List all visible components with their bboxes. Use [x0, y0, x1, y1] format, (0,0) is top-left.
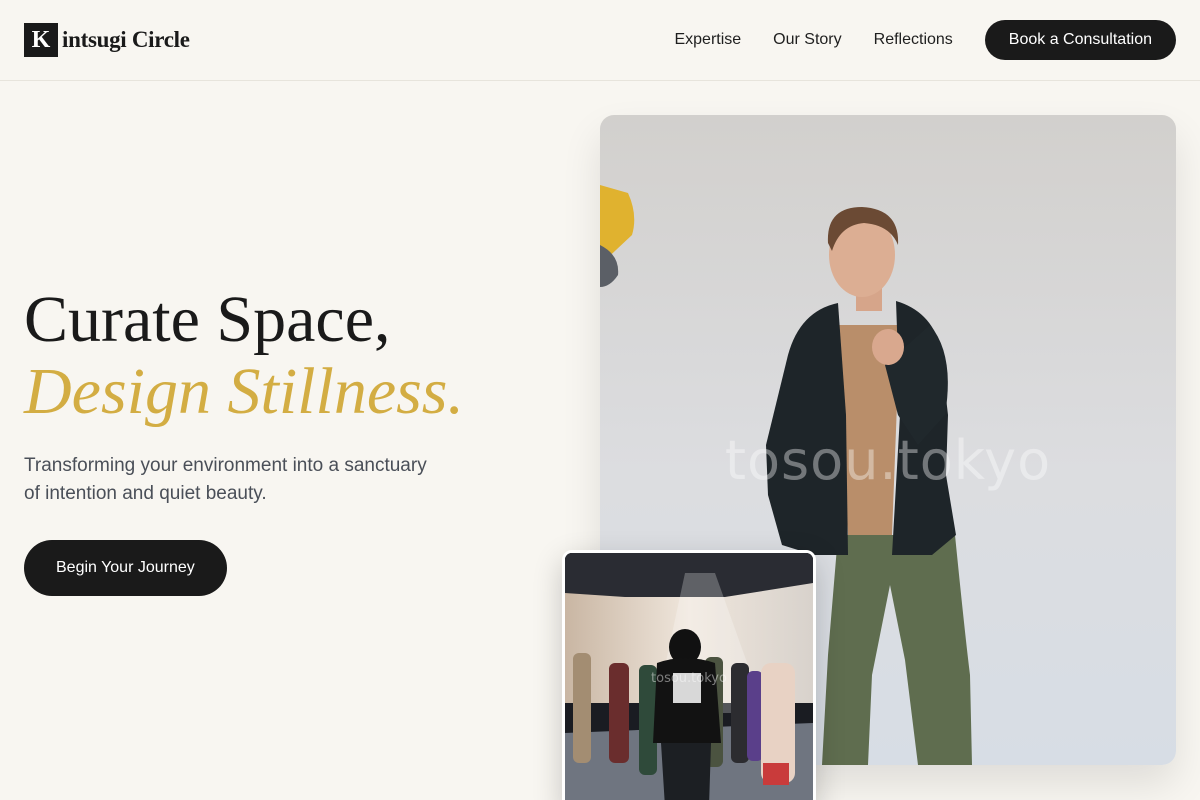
hero-subtitle: Transforming your environment into a san… [24, 455, 427, 504]
logo-text: intsugi Circle [62, 27, 190, 52]
book-consultation-button[interactable]: Book a Consultation [984, 20, 1176, 60]
logo-mark: K [24, 23, 58, 57]
nav-link-expertise[interactable]: Expertise [674, 31, 741, 49]
hero-inset-image: tosou.tokyo [562, 550, 816, 800]
nav-link-our-story[interactable]: Our Story [773, 31, 841, 49]
hero-title-line2: Design Stillness. [24, 355, 464, 428]
logo[interactable]: K intsugi Circle [24, 23, 190, 57]
hero-title-line1: Curate Space, [24, 283, 391, 356]
begin-journey-button[interactable]: Begin Your Journey [24, 540, 227, 596]
site-header: K intsugi Circle Expertise Our Story Ref… [0, 0, 1200, 81]
main-image-watermark: tosou.tokyo [724, 429, 1052, 492]
nav-link-reflections[interactable]: Reflections [874, 31, 953, 49]
hero-title: Curate Space, Design Stillness. [24, 284, 464, 428]
main-nav: Expertise Our Story Reflections Book a C… [674, 20, 1176, 60]
inset-image-watermark: tosou.tokyo [651, 671, 727, 686]
